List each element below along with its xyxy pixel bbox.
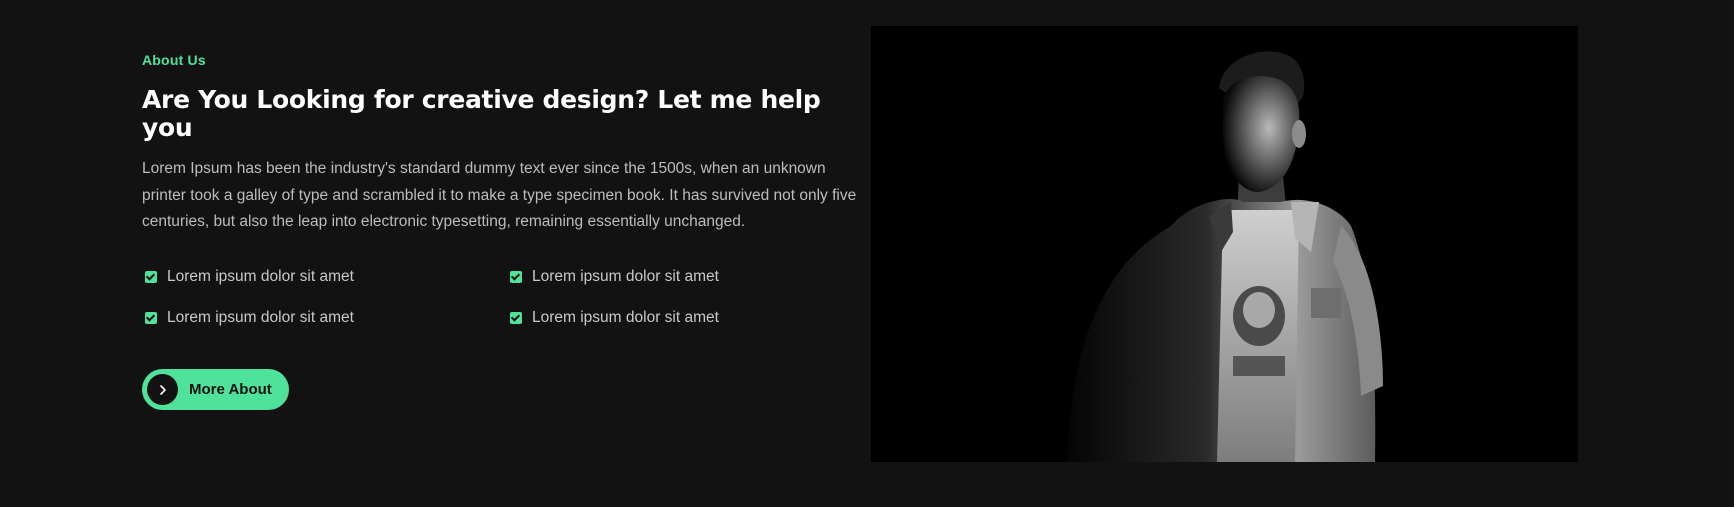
section-eyebrow: About Us: [142, 52, 206, 68]
feature-label: Lorem ipsum dolor sit amet: [532, 308, 719, 326]
more-about-label: More About: [189, 381, 272, 398]
checkbox-icon: [510, 311, 522, 324]
checkbox-icon: [145, 311, 157, 324]
checkbox-icon: [510, 270, 522, 283]
about-content: About Us Are You Looking for creative de…: [142, 52, 857, 410]
feature-item: Lorem ipsum dolor sit amet: [142, 266, 354, 288]
feature-item: Lorem ipsum dolor sit amet: [507, 307, 719, 329]
section-description: Lorem Ipsum has been the industry's stan…: [142, 160, 857, 230]
about-section: About Us Are You Looking for creative de…: [0, 0, 1734, 507]
feature-label: Lorem ipsum dolor sit amet: [167, 267, 354, 285]
feature-item: Lorem ipsum dolor sit amet: [142, 307, 354, 329]
section-title: Are You Looking for creative design? Let…: [142, 85, 821, 142]
portrait-photo: [871, 26, 1578, 462]
feature-list: Lorem ipsum dolor sit amet Lorem ipsum d…: [142, 266, 857, 352]
more-about-button[interactable]: More About: [142, 369, 289, 410]
checkbox-icon: [145, 270, 157, 283]
feature-item: Lorem ipsum dolor sit amet: [507, 266, 719, 288]
feature-label: Lorem ipsum dolor sit amet: [167, 308, 354, 326]
feature-label: Lorem ipsum dolor sit amet: [532, 267, 719, 285]
chevron-right-icon: [147, 374, 178, 405]
